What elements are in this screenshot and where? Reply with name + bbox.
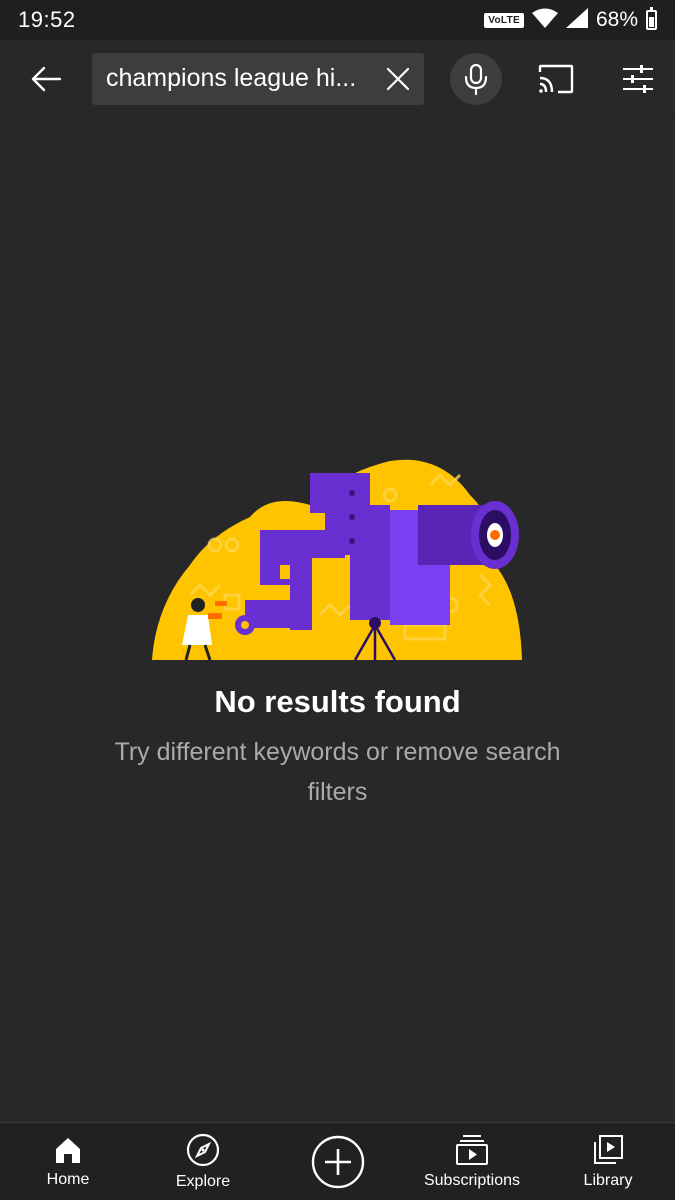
create-button[interactable] (290, 1123, 385, 1200)
nav-item-library[interactable]: Library (562, 1123, 654, 1200)
search-header: champions league hi... (0, 40, 675, 118)
subscriptions-icon (456, 1135, 488, 1165)
nav-label-subscriptions: Subscriptions (423, 1172, 521, 1189)
filter-sliders-icon (623, 64, 653, 93)
create-plus-icon (311, 1135, 364, 1189)
cast-icon (538, 64, 574, 93)
compass-icon (186, 1133, 220, 1167)
empty-state-title: No results found (214, 684, 461, 719)
signal-icon (565, 7, 588, 33)
battery-icon (646, 7, 657, 30)
bottom-navigation: Home Explore Subscriptions Library (0, 1122, 675, 1200)
nav-label-home: Home (46, 1171, 90, 1188)
library-icon (594, 1135, 623, 1164)
voice-search-button[interactable] (450, 52, 502, 105)
microphone-icon (464, 63, 488, 95)
home-icon (56, 1138, 80, 1163)
status-bar: 19:52 VoLTE 68% (0, 0, 675, 40)
status-time: 19:52 (18, 7, 76, 32)
nav-item-subscriptions[interactable]: Subscriptions (412, 1123, 532, 1200)
telescope-illustration (152, 459, 522, 661)
nav-item-home[interactable]: Home (22, 1123, 114, 1200)
volte-badge: VoLTE (484, 12, 524, 28)
empty-state-subtitle: Try different keywords or remove search … (114, 738, 561, 806)
status-icons: VoLTE 68% (484, 7, 657, 33)
clear-search-button[interactable] (382, 63, 414, 95)
close-icon (386, 67, 410, 90)
nav-label-explore: Explore (175, 1173, 231, 1190)
search-field[interactable]: champions league hi... (92, 52, 424, 105)
nav-item-explore[interactable]: Explore (157, 1123, 249, 1200)
wifi-icon (531, 8, 558, 33)
nav-label-library: Library (583, 1172, 633, 1189)
battery-percentage: 68% (595, 8, 638, 31)
search-query-text[interactable]: champions league hi... (106, 64, 368, 93)
search-filters-button[interactable] (612, 53, 664, 105)
cast-button[interactable] (530, 53, 582, 105)
back-button[interactable] (0, 40, 92, 118)
back-arrow-icon (31, 66, 62, 91)
